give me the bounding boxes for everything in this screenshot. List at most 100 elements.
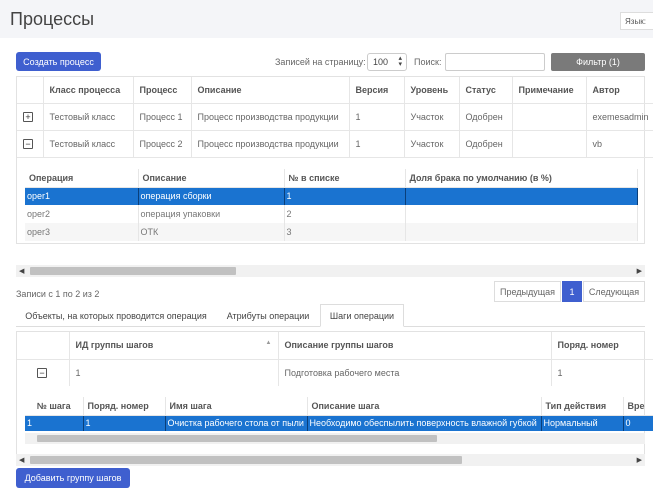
table-row[interactable]: + Тестовый класс Процесс 1 Процесс произ… — [17, 103, 653, 131]
processes-panel: Класс процесса Процесс Описание Версия У… — [16, 76, 653, 244]
column-header[interactable]: Описание — [138, 169, 285, 188]
column-header-label: ИД группы шагов — [75, 340, 154, 351]
table-cell — [405, 223, 638, 241]
table-cell — [512, 103, 587, 131]
column-header[interactable]: Доля брака по умолчанию (в %) — [405, 169, 638, 188]
table-cell: 1 — [349, 130, 405, 158]
filter-button[interactable]: Фильтр (1) — [551, 53, 645, 71]
column-header[interactable]: Описание — [191, 77, 350, 104]
table-cell: 1 — [25, 415, 84, 431]
scroll-left-icon[interactable]: ◀ — [19, 267, 24, 275]
table-cell: Одобрен — [459, 130, 513, 158]
table-cell: Тестовый класс — [43, 103, 134, 131]
column-header[interactable]: Уровень — [404, 77, 460, 104]
column-header[interactable]: ИД группы шагов ▲ — [69, 332, 279, 360]
table-cell: Процесс производства продукции — [191, 130, 350, 158]
steps-table: № шага Поряд. номер Имя шага Описание ша… — [25, 397, 653, 431]
table-cell: Нормальный — [541, 415, 624, 431]
collapse-icon[interactable]: − — [23, 138, 33, 149]
table-cell — [512, 130, 587, 158]
column-header[interactable]: Класс процесса — [43, 77, 134, 104]
table-cell: Одобрен — [459, 103, 513, 131]
table-cell: Участок — [404, 103, 460, 131]
table-cell: ОТК — [138, 223, 285, 241]
column-header[interactable]: Примечание — [512, 77, 587, 104]
table-row[interactable]: − Тестовый класс Процесс 2 Процесс произ… — [17, 130, 653, 158]
table-cell: 0 — [623, 415, 653, 431]
search-input[interactable] — [445, 53, 545, 71]
collapse-icon[interactable]: − — [37, 367, 47, 378]
table-row[interactable]: − 1 Подготовка рабочего места 1 — [17, 359, 653, 386]
table-cell: операция упаковки — [138, 205, 285, 223]
per-page-value: 100 — [373, 57, 389, 67]
updown-icon: ▴ ▾ — [398, 55, 402, 68]
table-cell: oper2 — [25, 205, 139, 223]
page-1-button[interactable]: 1 — [562, 281, 582, 302]
tab-objects[interactable]: Объекты, на которых проводится операция — [16, 305, 216, 326]
table-row[interactable]: oper1 операция сборки 1 — [25, 187, 638, 205]
tab-attributes[interactable]: Атрибуты операции — [218, 305, 318, 326]
scrollbar-thumb[interactable] — [30, 267, 236, 275]
operations-table: Операция Описание № в списке Доля брака … — [25, 169, 638, 241]
table-row[interactable]: oper2 операция упаковки 2 — [25, 205, 638, 223]
language-selector[interactable]: Язык: — [620, 12, 653, 30]
tab-steps[interactable]: Шаги операции — [320, 304, 404, 327]
per-page-label: Записей на страницу: — [275, 57, 366, 67]
column-header[interactable]: Описание шага — [307, 397, 542, 416]
table-cell: exemesadmin — [586, 103, 653, 131]
table-cell: Процесс производства продукции — [191, 103, 350, 131]
table-cell: Очистка рабочего стола от пыли — [165, 415, 308, 431]
table-cell: 1 — [349, 103, 405, 131]
next-page-button[interactable]: Следующая — [583, 281, 645, 302]
column-header[interactable]: Поряд. номер — [83, 397, 166, 416]
table-row[interactable]: oper3 ОТК 3 — [25, 223, 638, 241]
column-header[interactable]: Вре — [623, 397, 653, 416]
table-cell: Необходимо обеспылить поверхность влажно… — [307, 415, 542, 431]
table-cell: операция сборки — [138, 187, 285, 205]
scrollbar-thumb[interactable] — [37, 435, 437, 442]
column-header[interactable]: Автор — [586, 77, 653, 104]
operations-header-row: Операция Описание № в списке Доля брака … — [25, 169, 638, 188]
expand-icon[interactable]: + — [23, 111, 33, 122]
column-header[interactable]: Операция — [25, 169, 139, 188]
column-header[interactable]: № в списке — [284, 169, 406, 188]
table-cell: 2 — [284, 205, 406, 223]
column-header[interactable]: Тип действия — [541, 397, 624, 416]
column-header[interactable]: Описание группы шагов — [278, 332, 552, 360]
steps-scrollbar[interactable] — [25, 433, 645, 444]
scrollbar-thumb[interactable] — [30, 456, 462, 464]
step-groups-panel: ИД группы шагов ▲ Описание группы шагов П… — [16, 331, 653, 458]
records-info: Записи с 1 по 2 из 2 — [16, 289, 100, 299]
column-header[interactable]: Процесс — [133, 77, 192, 104]
add-step-group-button[interactable]: Добавить группу шагов — [16, 468, 130, 488]
table-cell: Подготовка рабочего места — [278, 359, 552, 386]
column-header[interactable]: Имя шага — [165, 397, 308, 416]
horizontal-scrollbar[interactable]: ◀ ▶ — [16, 265, 645, 277]
column-header[interactable]: Статус — [459, 77, 513, 104]
table-cell: Участок — [404, 130, 460, 158]
scroll-right-icon[interactable]: ▶ — [637, 267, 642, 275]
page-header: Процессы Язык: — [0, 0, 653, 38]
table-cell: oper1 — [25, 187, 139, 205]
table-cell: Тестовый класс — [43, 130, 134, 158]
sort-icon[interactable]: ▲ — [266, 340, 272, 346]
scroll-right-icon[interactable]: ▶ — [637, 456, 642, 464]
table-cell: 1 — [83, 415, 166, 431]
column-header[interactable]: № шага — [25, 397, 84, 416]
previous-page-button[interactable]: Предыдущая — [494, 281, 561, 302]
create-process-button[interactable]: Создать процесс — [16, 52, 101, 71]
horizontal-scrollbar[interactable]: ◀ ▶ — [16, 454, 645, 466]
scroll-left-icon[interactable]: ◀ — [19, 456, 24, 464]
step-groups-header-row: ИД группы шагов ▲ Описание группы шагов П… — [17, 332, 653, 360]
search-label: Поиск: — [414, 57, 442, 67]
column-header[interactable]: Версия — [349, 77, 405, 104]
processes-table: Класс процесса Процесс Описание Версия У… — [17, 77, 653, 158]
processes-header-row: Класс процесса Процесс Описание Версия У… — [17, 77, 653, 104]
table-cell — [405, 187, 638, 205]
per-page-select[interactable]: 100 ▴ ▾ — [367, 53, 407, 71]
table-cell: Процесс 2 — [133, 130, 192, 158]
table-cell: oper3 — [25, 223, 139, 241]
table-cell: vb — [586, 130, 653, 158]
table-row[interactable]: 1 1 Очистка рабочего стола от пыли Необх… — [25, 415, 653, 431]
column-header[interactable]: Поряд. номер — [551, 332, 653, 360]
